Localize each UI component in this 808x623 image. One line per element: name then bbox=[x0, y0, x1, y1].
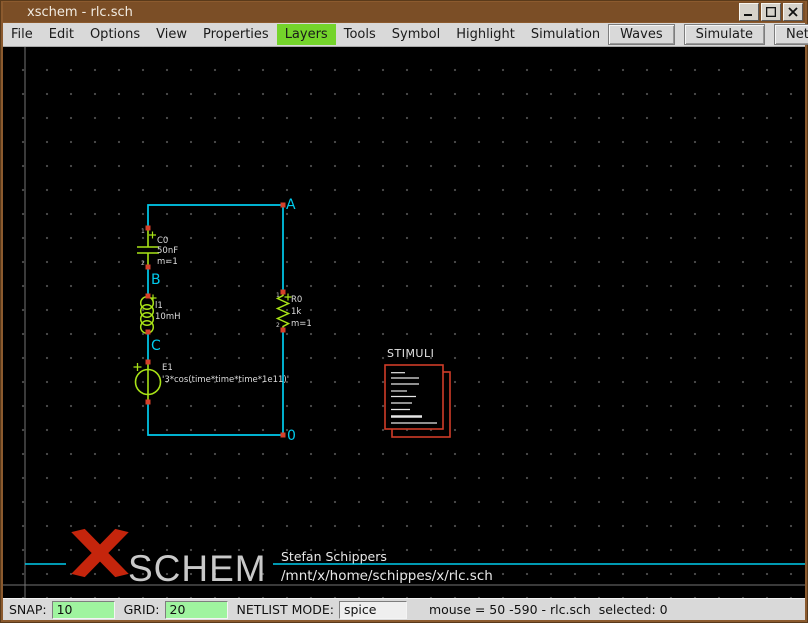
capacitor-plus-icon bbox=[149, 232, 156, 239]
node-label-a[interactable]: A bbox=[286, 198, 296, 212]
grid-label: GRID: bbox=[124, 602, 160, 617]
xschem-logo-x-icon bbox=[78, 531, 122, 576]
maximize-icon bbox=[766, 7, 776, 17]
mouse-status-text: mouse = 50 -590 - rlc.sch selected: 0 bbox=[429, 602, 668, 617]
source-plus-icon bbox=[134, 363, 142, 371]
menu-item-simulation[interactable]: Simulation bbox=[523, 24, 608, 45]
source-symbol[interactable] bbox=[134, 362, 161, 402]
capacitor-mult: m=1 bbox=[157, 258, 178, 267]
schematic-drawing bbox=[3, 47, 805, 598]
resistor-value: 1k bbox=[291, 308, 301, 317]
netlist-mode-label: NETLIST MODE: bbox=[237, 602, 334, 617]
grid-input[interactable]: 20 bbox=[165, 601, 228, 619]
node-label-c[interactable]: C bbox=[151, 339, 161, 353]
xschem-logo-text: SCHEM bbox=[128, 550, 267, 587]
menu-item-layers[interactable]: Layers bbox=[277, 24, 336, 45]
menu-item-file[interactable]: File bbox=[3, 24, 41, 45]
source-name: E1 bbox=[162, 364, 173, 373]
capacitor-pin2: 2 bbox=[141, 261, 145, 267]
menu-item-options[interactable]: Options bbox=[82, 24, 148, 45]
node-label-gnd[interactable]: 0 bbox=[287, 429, 296, 443]
simulate-button[interactable]: Simulate bbox=[684, 24, 765, 45]
menu-item-properties[interactable]: Properties bbox=[195, 24, 277, 45]
titlebar[interactable]: xschem - rlc.sch bbox=[3, 2, 805, 22]
author-text: Stefan Schippers bbox=[281, 551, 387, 564]
menu-item-edit[interactable]: Edit bbox=[41, 24, 82, 45]
close-button[interactable] bbox=[783, 3, 803, 21]
resistor-mult: m=1 bbox=[291, 320, 312, 329]
menubar-buttons: Waves Simulate Netlist Help bbox=[608, 24, 808, 45]
netlist-button[interactable]: Netlist bbox=[774, 24, 808, 45]
menu-item-tools[interactable]: Tools bbox=[336, 24, 384, 45]
stimuli-label: STIMULI bbox=[387, 348, 434, 359]
source-expression: '3*cos(time*time*time*1e11)' bbox=[162, 376, 289, 385]
xschem-window: xschem - rlc.sch File Edit Options View … bbox=[0, 0, 808, 623]
capacitor-name: C0 bbox=[157, 237, 168, 246]
snap-label: SNAP: bbox=[9, 602, 47, 617]
netlist-mode-input[interactable]: spice bbox=[339, 601, 407, 619]
waves-button[interactable]: Waves bbox=[608, 24, 674, 45]
snap-input[interactable]: 10 bbox=[52, 601, 115, 619]
stimuli-box[interactable] bbox=[385, 365, 450, 437]
minimize-icon bbox=[744, 8, 754, 17]
minimize-button[interactable] bbox=[739, 3, 759, 21]
statusbar: SNAP: 10 GRID: 20 NETLIST MODE: spice mo… bbox=[3, 598, 805, 620]
window-title: xschem - rlc.sch bbox=[27, 5, 133, 20]
menubar: File Edit Options View Properties Layers… bbox=[3, 23, 805, 47]
inductor-name: l1 bbox=[155, 302, 163, 311]
inductor-value: 10mH bbox=[155, 313, 181, 322]
resistor-pin2: 2 bbox=[276, 323, 280, 329]
window-controls bbox=[739, 3, 803, 21]
capacitor-value: 50nF bbox=[157, 247, 178, 256]
capacitor-pin1: 1 bbox=[141, 229, 145, 235]
schematic-canvas[interactable]: A B C 0 C0 50nF m=1 1 2 l1 10mH E1 '3*co… bbox=[3, 47, 805, 598]
maximize-button[interactable] bbox=[761, 3, 781, 21]
menu-item-highlight[interactable]: Highlight bbox=[448, 24, 523, 45]
close-icon bbox=[788, 7, 798, 17]
menu-item-symbol[interactable]: Symbol bbox=[384, 24, 448, 45]
node-label-b[interactable]: B bbox=[151, 273, 161, 287]
sheet-boundary-lines bbox=[3, 47, 805, 598]
file-path-text: /mnt/x/home/schippes/x/rlc.sch bbox=[281, 570, 493, 584]
resistor-pin1: 1 bbox=[276, 293, 280, 299]
resistor-name: R0 bbox=[291, 296, 302, 305]
menu-item-view[interactable]: View bbox=[148, 24, 195, 45]
